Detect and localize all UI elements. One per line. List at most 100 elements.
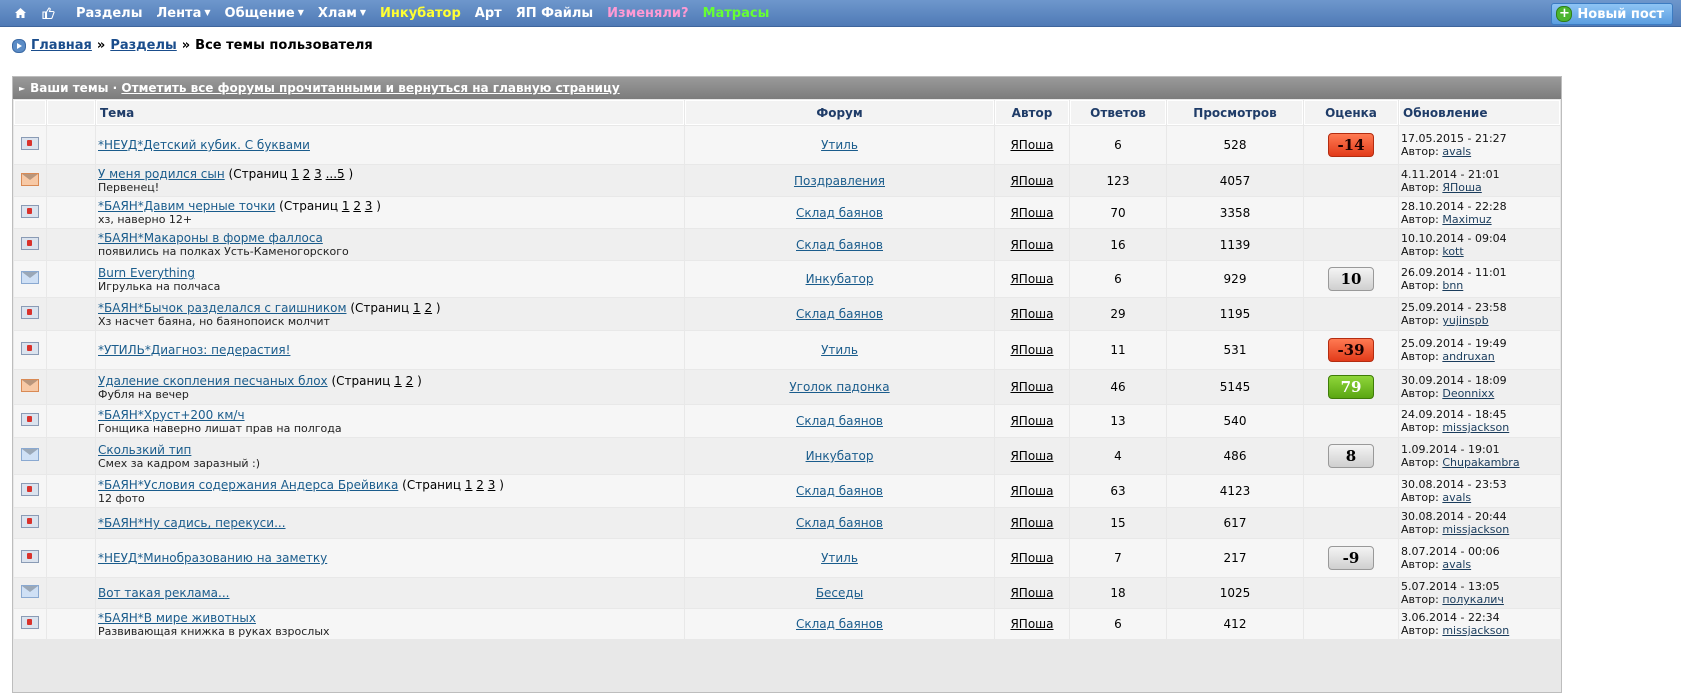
forum-link[interactable]: Поздравления — [794, 174, 885, 188]
page-link[interactable]: 2 — [353, 199, 361, 213]
nav-item[interactable]: ЯП Файлы — [516, 6, 593, 21]
forum-link[interactable]: Склад баянов — [796, 238, 883, 252]
page-link[interactable]: 2 — [406, 374, 414, 388]
update-author-link[interactable]: bnn — [1442, 279, 1463, 292]
forum-link[interactable]: Инкубатор — [806, 449, 874, 463]
author-link[interactable]: ЯПоша — [1010, 516, 1053, 530]
nav-item-label: Арт — [474, 5, 502, 21]
forum-link[interactable]: Склад баянов — [796, 307, 883, 321]
forum-link[interactable]: Склад баянов — [796, 617, 883, 631]
author-link[interactable]: ЯПоша — [1010, 617, 1053, 631]
update-author-link[interactable]: Deonnixx — [1442, 387, 1494, 400]
update-author-link[interactable]: missjackson — [1442, 421, 1509, 434]
author-link[interactable]: ЯПоша — [1010, 343, 1053, 357]
update-author-link[interactable]: kott — [1442, 245, 1463, 258]
page-link[interactable]: 3 — [314, 167, 322, 181]
topic-link[interactable]: *БАЯН*В мире животных — [98, 611, 256, 625]
page-link[interactable]: 2 — [424, 301, 432, 315]
page-link[interactable]: ...5 — [326, 167, 345, 181]
cell-views: 1025 — [1167, 578, 1303, 608]
author-link[interactable]: ЯПоша — [1010, 414, 1053, 428]
update-author-link[interactable]: avals — [1442, 491, 1471, 504]
topic-link[interactable]: *БАЯН*Бычок разделался с гаишником — [98, 301, 347, 315]
nav-item[interactable]: Инкубатор — [380, 6, 461, 21]
topic-link[interactable]: *БАЯН*Давим черные точки — [98, 199, 275, 213]
cell-update: 4.11.2014 - 21:01 Автор: ЯПоша — [1399, 165, 1560, 196]
update-author-link[interactable]: Maximuz — [1442, 213, 1491, 226]
update-author-link[interactable]: andruxan — [1442, 350, 1494, 363]
cell-blank — [47, 261, 95, 297]
forum-link[interactable]: Утиль — [821, 138, 858, 152]
update-author-link[interactable]: Chupakambra — [1442, 456, 1519, 469]
topic-link[interactable]: *БАЯН*Ну садись, перекуси... — [98, 516, 286, 530]
nav-item[interactable]: Общение ▼ — [225, 6, 304, 21]
cell-rating: 79 — [1304, 370, 1398, 404]
update-author-link[interactable]: missjackson — [1442, 624, 1509, 637]
page-link[interactable]: 1 — [394, 374, 402, 388]
author-link[interactable]: ЯПоша — [1010, 586, 1053, 600]
forum-link[interactable]: Уголок падонка — [789, 380, 889, 394]
update-date: 1.09.2014 - 19:01 — [1401, 443, 1500, 456]
topic-link[interactable]: *БАЯН*Макароны в форме фаллоса — [98, 231, 323, 245]
forum-link[interactable]: Утиль — [821, 551, 858, 565]
page-link[interactable]: 2 — [476, 478, 484, 492]
nav-item[interactable]: Изменяли? — [607, 6, 688, 21]
topic-link[interactable]: *БАЯН*Хруст+200 км/ч — [98, 408, 245, 422]
nav-item[interactable]: Разделы — [76, 6, 142, 21]
new-post-button[interactable]: + Новый пост — [1551, 3, 1673, 25]
page-link[interactable]: 1 — [342, 199, 350, 213]
page-link[interactable]: 1 — [465, 478, 473, 492]
author-link[interactable]: ЯПоша — [1010, 307, 1053, 321]
forum-link[interactable]: Склад баянов — [796, 484, 883, 498]
breadcrumb-home-link[interactable]: Главная — [31, 38, 92, 53]
topic-link[interactable]: У меня родился сын — [98, 167, 225, 181]
topic-link[interactable]: *НЕУД*Детский кубик. С буквами — [98, 138, 310, 152]
breadcrumb-sections-link[interactable]: Разделы — [110, 38, 176, 53]
author-link[interactable]: ЯПоша — [1010, 551, 1053, 565]
author-link[interactable]: ЯПоша — [1010, 238, 1053, 252]
forum-link[interactable]: Утиль — [821, 343, 858, 357]
update-author-link[interactable]: ЯПоша — [1442, 181, 1481, 194]
cell-rating: -9 — [1304, 539, 1398, 577]
forum-link[interactable]: Беседы — [816, 586, 863, 600]
topic-link[interactable]: Burn Everything — [98, 266, 195, 280]
update-author-link[interactable]: полукалич — [1442, 593, 1504, 606]
forum-link[interactable]: Склад баянов — [796, 206, 883, 220]
topic-link[interactable]: *УТИЛЬ*Диагноз: педерастия! — [98, 343, 290, 357]
author-link[interactable]: ЯПоша — [1010, 174, 1053, 188]
page-link[interactable]: 2 — [303, 167, 311, 181]
page-link[interactable]: 3 — [488, 478, 496, 492]
nav-item[interactable]: Арт — [475, 6, 502, 21]
home-icon[interactable] — [12, 5, 28, 21]
forum-link[interactable]: Склад баянов — [796, 414, 883, 428]
cell-author: ЯПоша — [995, 475, 1069, 507]
dropdown-caret-icon: ▼ — [204, 7, 211, 17]
author-link[interactable]: ЯПоша — [1010, 449, 1053, 463]
update-author-link[interactable]: avals — [1442, 145, 1471, 158]
nav-item-label: Инкубатор — [380, 5, 461, 21]
topic-link[interactable]: Скользкий тип — [98, 443, 191, 457]
update-author-link[interactable]: missjackson — [1442, 523, 1509, 536]
author-link[interactable]: ЯПоша — [1010, 206, 1053, 220]
update-author-link[interactable]: yujinspb — [1442, 314, 1488, 327]
update-date: 8.07.2014 - 00:06 — [1401, 545, 1500, 558]
update-author-link[interactable]: avals — [1442, 558, 1471, 571]
author-link[interactable]: ЯПоша — [1010, 484, 1053, 498]
forum-link[interactable]: Склад баянов — [796, 516, 883, 530]
mark-all-read-link[interactable]: Отметить все форумы прочитанными и верну… — [121, 81, 619, 95]
topic-link[interactable]: Удаление скопления песчаных блох — [98, 374, 328, 388]
topic-link[interactable]: *НЕУД*Минобразованию на заметку — [98, 551, 327, 565]
topic-link[interactable]: *БАЯН*Условия содержания Андерса Брейвик… — [98, 478, 398, 492]
author-link[interactable]: ЯПоша — [1010, 272, 1053, 286]
thumbs-up-icon[interactable] — [40, 5, 56, 21]
nav-item[interactable]: Матрасы — [703, 6, 770, 21]
page-link[interactable]: 1 — [291, 167, 299, 181]
author-link[interactable]: ЯПоша — [1010, 380, 1053, 394]
nav-item[interactable]: Лента ▼ — [156, 6, 210, 21]
page-link[interactable]: 1 — [413, 301, 421, 315]
forum-link[interactable]: Инкубатор — [806, 272, 874, 286]
nav-item[interactable]: Хлам ▼ — [318, 6, 366, 21]
topic-link[interactable]: Вот такая реклама... — [98, 586, 229, 600]
author-link[interactable]: ЯПоша — [1010, 138, 1053, 152]
page-link[interactable]: 3 — [365, 199, 373, 213]
